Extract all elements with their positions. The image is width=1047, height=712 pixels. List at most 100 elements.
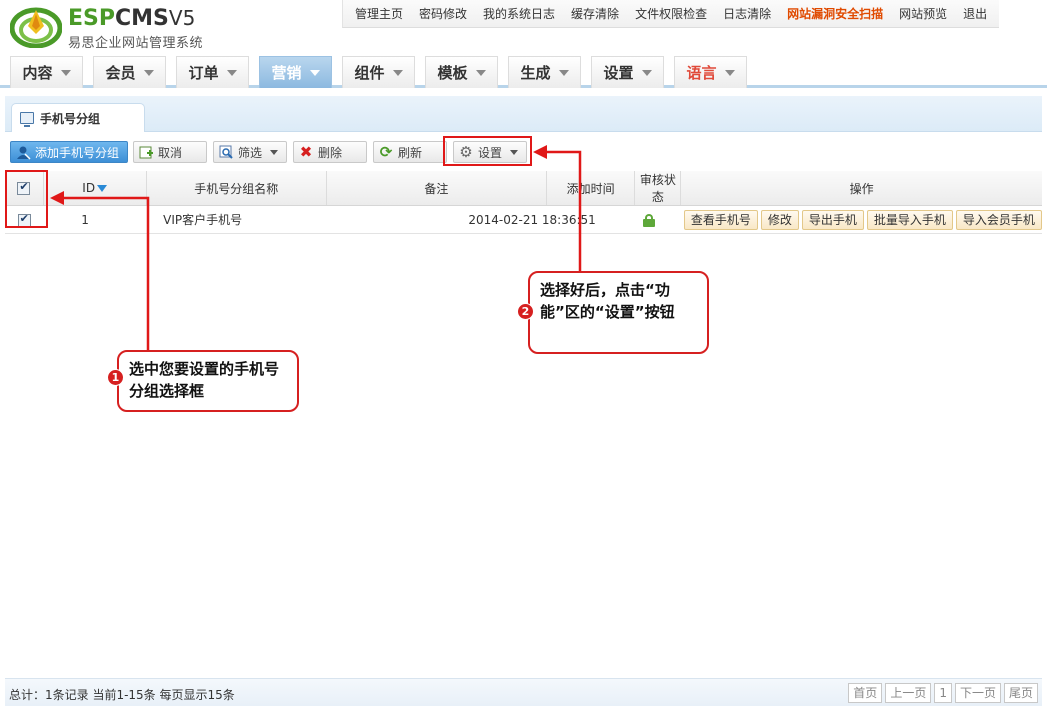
col-id[interactable]: ID xyxy=(43,171,147,206)
tab-label: 模板 xyxy=(437,64,468,82)
pager-last[interactable]: 尾页 xyxy=(1003,683,1038,703)
link-file-permissions[interactable]: 文件权限检查 xyxy=(627,5,715,22)
brand-version: V5 xyxy=(168,6,196,30)
brand-esp: ESP xyxy=(68,6,115,31)
link-logout[interactable]: 退出 xyxy=(955,5,995,22)
cancel-button[interactable]: 取消 xyxy=(133,141,207,163)
tab-label: 生成 xyxy=(520,64,551,82)
chevron-down-icon xyxy=(558,69,569,76)
header: ESPCMSV5 易思企业网站管理系统 管理主页 密码修改 我的系统日志 缓存清… xyxy=(0,0,1047,56)
main-nav: 内容 会员 订单 营销 组件 模板 生成 设置 语言 xyxy=(0,56,1047,88)
col-remark: 备注 xyxy=(326,171,547,206)
logo-mark-icon xyxy=(10,7,62,48)
tab-components[interactable]: 组件 xyxy=(342,56,415,88)
tab-generate[interactable]: 生成 xyxy=(508,56,581,88)
monitor-icon xyxy=(20,112,34,127)
tab-label: 会员 xyxy=(105,64,136,82)
row-name: VIP客户手机号 xyxy=(146,205,327,234)
tab-label: 语言 xyxy=(686,64,717,82)
export-phones-button[interactable]: 导出手机 xyxy=(801,209,864,230)
import-member-phones-button[interactable]: 导入会员手机 xyxy=(955,209,1042,230)
panel-tab-label: 手机号分组 xyxy=(40,111,101,126)
col-status: 审核状态 xyxy=(634,171,682,206)
chevron-down-icon xyxy=(641,69,652,76)
refresh-icon: ⟳ xyxy=(379,143,393,161)
col-time: 添加时间 xyxy=(546,171,636,206)
top-links: 管理主页 密码修改 我的系统日志 缓存清除 文件权限检查 日志清除 网站漏洞安全… xyxy=(342,0,1000,28)
delete-label: 删除 xyxy=(318,145,343,160)
refresh-label: 刷新 xyxy=(398,145,423,160)
panel-tab-bar: 手机号分组 xyxy=(5,96,1042,132)
view-phones-button[interactable]: 查看手机号 xyxy=(683,209,758,230)
checkbox-highlight-box xyxy=(5,170,48,228)
row-actions: 查看手机号 修改 导出手机 批量导入手机 导入会员手机 xyxy=(680,205,1042,234)
step-1-badge: 1 xyxy=(107,369,124,386)
logo[interactable]: ESPCMSV5 易思企业网站管理系统 xyxy=(10,4,220,51)
col-name: 手机号分组名称 xyxy=(146,171,327,206)
delete-icon: ✖ xyxy=(299,143,313,161)
filter-button[interactable]: 筛选 xyxy=(213,141,287,163)
tab-orders[interactable]: 订单 xyxy=(176,56,249,88)
link-password[interactable]: 密码修改 xyxy=(411,5,475,22)
link-home[interactable]: 管理主页 xyxy=(347,5,411,22)
chevron-down-icon xyxy=(309,69,320,76)
settings-highlight-box xyxy=(443,136,532,166)
chevron-down-icon xyxy=(392,69,403,76)
refresh-button[interactable]: ⟳ 刷新 xyxy=(373,141,447,163)
tab-label: 组件 xyxy=(354,64,385,82)
brand-subtitle: 易思企业网站管理系统 xyxy=(68,36,204,51)
pager-page-1[interactable]: 1 xyxy=(934,683,952,703)
callout-step-1: 选中您要设置的手机号分组选择框 xyxy=(117,350,299,412)
link-clear-cache[interactable]: 缓存清除 xyxy=(563,5,627,22)
brand-cms: CMS xyxy=(115,6,169,31)
chevron-down-icon xyxy=(60,69,71,76)
chevron-down-icon xyxy=(143,69,154,76)
callout-step-2: 选择好后，点击“功能”区的“设置”按钮 xyxy=(528,271,709,354)
filter-label: 筛选 xyxy=(238,145,263,160)
tab-members[interactable]: 会员 xyxy=(93,56,166,88)
tab-label: 内容 xyxy=(22,64,53,82)
row-remark-time: 2014-02-21 18:36:51 xyxy=(326,205,635,234)
tab-settings[interactable]: 设置 xyxy=(591,56,664,88)
chevron-down-icon xyxy=(226,69,237,76)
step-2-badge: 2 xyxy=(517,303,534,320)
phone-group-table: ID 手机号分组名称 备注 添加时间 审核状态 操作 1 VIP客户手机号 20… xyxy=(5,171,1042,234)
table-row: 1 VIP客户手机号 2014-02-21 18:36:51 查看手机号修改导出… xyxy=(5,205,1042,234)
delete-button[interactable]: ✖ 删除 xyxy=(293,141,367,163)
link-clear-log[interactable]: 日志清除 xyxy=(715,5,779,22)
filter-icon xyxy=(218,144,234,160)
brand-name: ESPCMSV5 xyxy=(68,6,195,31)
row-time: 2014-02-21 18:36:51 xyxy=(468,213,596,227)
sort-desc-icon xyxy=(97,185,108,192)
tab-language[interactable]: 语言 xyxy=(674,56,747,88)
pager: 首页 上一页 1 下一页 尾页 xyxy=(845,683,1038,703)
remark-empty xyxy=(326,212,467,228)
tab-templates[interactable]: 模板 xyxy=(425,56,498,88)
chevron-down-icon xyxy=(475,69,486,76)
cancel-label: 取消 xyxy=(158,145,183,160)
add-user-icon xyxy=(15,144,31,160)
panel-tab-phone-groups[interactable]: 手机号分组 xyxy=(11,103,145,132)
tab-label: 设置 xyxy=(603,64,634,82)
tab-label: 营销 xyxy=(271,64,302,82)
batch-import-button[interactable]: 批量导入手机 xyxy=(866,209,953,230)
add-group-label: 添加手机号分组 xyxy=(35,145,120,160)
col-id-label: ID xyxy=(82,181,96,195)
col-ops: 操作 xyxy=(680,171,1042,206)
edit-button[interactable]: 修改 xyxy=(760,209,799,230)
pager-first[interactable]: 首页 xyxy=(848,683,883,703)
pager-prev[interactable]: 上一页 xyxy=(885,683,932,703)
record-summary: 总计：1条记录 当前1-15条 每页显示15条 xyxy=(9,688,235,702)
callout-step-2-text: 选择好后，点击“功能”区的“设置”按钮 xyxy=(540,281,675,321)
link-preview[interactable]: 网站预览 xyxy=(891,5,955,22)
chevron-down-icon xyxy=(724,69,735,76)
link-my-log[interactable]: 我的系统日志 xyxy=(475,5,563,22)
add-group-button[interactable]: 添加手机号分组 xyxy=(10,141,128,163)
pager-next[interactable]: 下一页 xyxy=(954,683,1001,703)
tab-marketing[interactable]: 营销 xyxy=(259,56,332,88)
tab-content[interactable]: 内容 xyxy=(10,56,83,88)
cancel-icon xyxy=(138,144,154,160)
link-security-scan[interactable]: 网站漏洞安全扫描 xyxy=(779,5,891,22)
unlock-icon[interactable] xyxy=(642,213,655,227)
callout-step-1-text: 选中您要设置的手机号分组选择框 xyxy=(129,360,280,400)
